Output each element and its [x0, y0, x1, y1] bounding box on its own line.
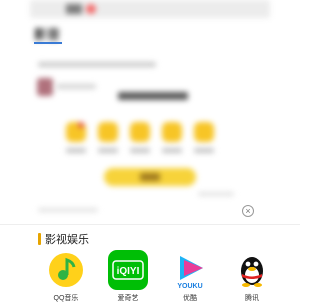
- tab-media[interactable]: 影音: [34, 24, 60, 43]
- notification-dot-icon: [86, 4, 96, 14]
- section-title: 影视娱乐: [45, 234, 89, 246]
- quick-action-icon[interactable]: [194, 122, 214, 142]
- tab-active-indicator: [34, 42, 62, 44]
- primary-action-button[interactable]: [104, 168, 196, 186]
- quick-action-icon[interactable]: [162, 122, 182, 142]
- quick-action-icon[interactable]: [130, 122, 150, 142]
- youku-icon: YOUKU: [170, 250, 210, 290]
- quick-action-icon[interactable]: [66, 122, 86, 142]
- app-tile-iqiyi[interactable]: iQIYI 爱奇艺: [106, 250, 150, 303]
- app-grid: QQ音乐 iQIYI 爱奇艺 YOUKU 优酷 腾讯: [44, 250, 274, 303]
- top-search-bar[interactable]: [30, 0, 270, 18]
- section-header: 影视娱乐: [38, 231, 89, 247]
- blurred-heading: [118, 92, 188, 100]
- avatar: [37, 78, 53, 96]
- app-label: QQ音乐: [53, 295, 79, 302]
- svg-text:YOUKU: YOUKU: [177, 283, 202, 290]
- svg-text:iQIYI: iQIYI: [117, 266, 140, 277]
- qq-penguin-icon: [232, 250, 272, 290]
- app-tile-qq[interactable]: 腾讯: [230, 250, 274, 303]
- quick-action-icon[interactable]: [98, 122, 118, 142]
- app-label: 腾讯: [245, 295, 259, 302]
- app-tile-qqmusic[interactable]: QQ音乐: [44, 250, 88, 303]
- app-tile-youku[interactable]: YOUKU 优酷: [168, 250, 212, 303]
- section-divider: [0, 224, 300, 225]
- blurred-text-line: [38, 62, 156, 67]
- iqiyi-icon: iQIYI: [108, 250, 148, 290]
- quick-action-row: [66, 122, 214, 142]
- quick-action-labels: [66, 148, 214, 153]
- section-accent-bar: [38, 233, 41, 245]
- app-label: 爱奇艺: [117, 295, 139, 302]
- blurred-text-line: [56, 84, 96, 89]
- blurred-text-line: [198, 192, 234, 196]
- qq-music-icon: [46, 250, 86, 290]
- blurred-text-line: [38, 208, 98, 212]
- app-label: 优酷: [183, 295, 197, 302]
- close-icon[interactable]: ×: [242, 205, 254, 217]
